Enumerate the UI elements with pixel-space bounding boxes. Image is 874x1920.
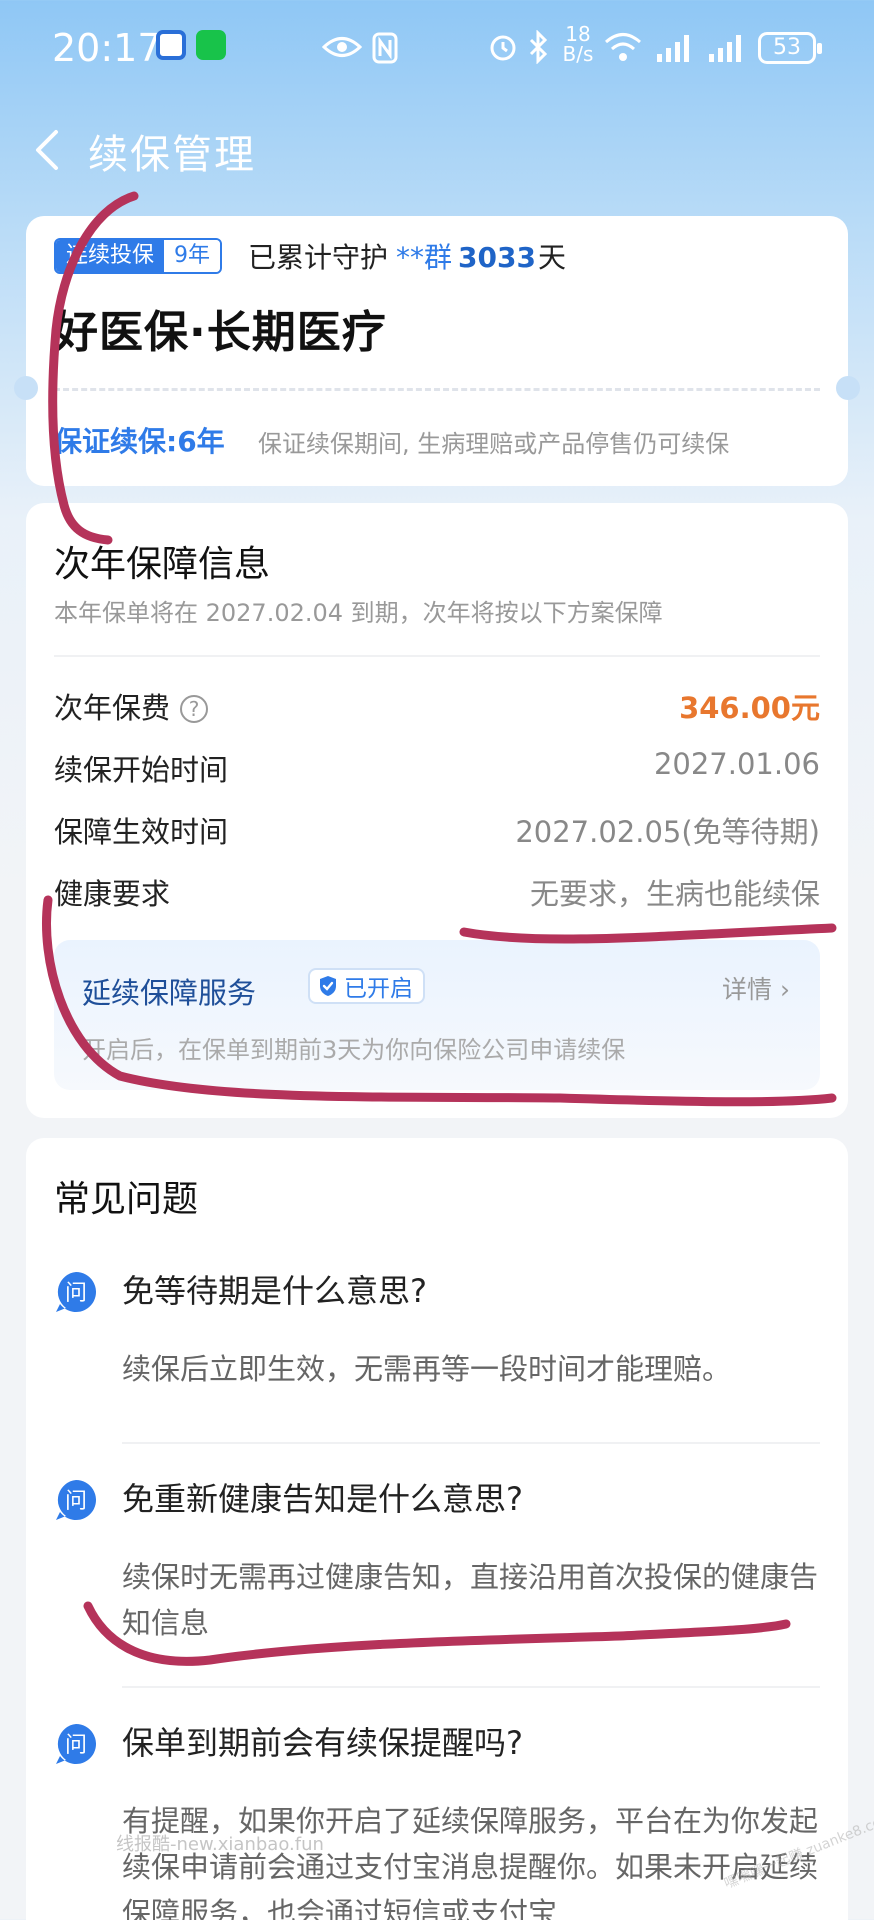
- shield-check-icon: [320, 976, 336, 996]
- product-name: 好医保·长期医疗: [54, 307, 387, 358]
- question-icon: 问: [56, 1480, 96, 1520]
- help-icon[interactable]: ?: [180, 695, 209, 723]
- chevron-right-icon: ›: [772, 975, 790, 1004]
- effective-row: 保障生效时间 2027.02.05(免等待期): [54, 809, 820, 853]
- faq-question: 免等待期是什么意思?: [122, 1272, 427, 1310]
- guard-label: 已累计守护: [248, 241, 389, 274]
- svg-text:问: 问: [65, 1281, 87, 1306]
- question-icon: 问: [56, 1272, 96, 1312]
- row-value: 2027.02.05(免等待期): [515, 815, 820, 849]
- row-label: 健康要求: [54, 877, 171, 911]
- status-time: 20:17: [52, 26, 162, 70]
- row-value: 2027.01.06: [653, 747, 820, 781]
- guarantee-label: 保证续保:6年: [54, 425, 225, 458]
- premium-row: 次年保费? 346.00元: [54, 685, 820, 729]
- eye-icon: [322, 37, 362, 57]
- user-name: **群: [396, 241, 453, 274]
- service-status-badge: 已开启: [308, 968, 425, 1004]
- guard-days: 3033: [458, 241, 536, 274]
- signal-icon: [709, 35, 741, 62]
- faq-answer: 续保后立即生效，无需再等一段时间才能理赔。: [122, 1352, 732, 1386]
- divider: [54, 655, 820, 657]
- app-icon: [156, 30, 186, 60]
- section-title: 次年保障信息: [54, 544, 271, 585]
- premium-label: 次年保费: [54, 691, 171, 725]
- divider: [122, 1686, 820, 1688]
- page-title: 续保管理: [88, 132, 256, 178]
- renew-start-row: 续保开始时间 2027.01.06: [54, 747, 820, 791]
- net-speed-value: 18: [565, 22, 591, 46]
- battery-indicator: 53: [758, 32, 822, 64]
- policy-card[interactable]: 连续投保 9年 已累计守护 **群 3033天 好医保·长期医疗 保证续保:6年 保…: [14, 216, 860, 486]
- renewal-tag-label: 连续投保: [56, 240, 165, 272]
- divider: [122, 1442, 820, 1444]
- ticket-notch: [836, 376, 860, 400]
- next-year-card: 次年保障信息 本年保单将在 2027.02.04 到期，次年将按以下方案保障 次…: [26, 503, 848, 1118]
- row-value: 无要求，生病也能续保: [529, 877, 820, 911]
- dashed-divider: [54, 388, 820, 391]
- watermark: 线报酷-new.xianbao.fun: [116, 1834, 324, 1855]
- header: 续保管理: [0, 110, 874, 190]
- ticket-notch: [14, 376, 38, 400]
- status-bar: 20:17 18 B/s 53: [0, 0, 874, 100]
- service-title: 延续保障服务: [82, 976, 257, 1010]
- back-button[interactable]: [26, 128, 70, 172]
- net-speed: 18 B/s: [560, 24, 596, 64]
- service-status-text: 已开启: [344, 976, 413, 1002]
- renewal-years: 9年: [164, 240, 221, 272]
- signal-icon: [657, 35, 689, 62]
- wifi-icon: [605, 33, 641, 61]
- faq-answer: 续保时无需再过健康告知，直接沿用首次投保的健康告知信息: [122, 1560, 819, 1640]
- row-label: 保障生效时间: [54, 815, 229, 849]
- wechat-icon: [196, 30, 226, 60]
- renewal-tag: 连续投保 9年: [54, 238, 223, 274]
- service-detail-label[interactable]: 详情: [722, 975, 772, 1004]
- net-speed-unit: B/s: [562, 42, 594, 66]
- extended-service-box[interactable]: 延续保障服务 已开启 详情 › 开启后，在保单到期前3天为你向保险公司申请续保: [54, 940, 820, 1090]
- alarm-icon: [490, 35, 516, 61]
- svg-text:问: 问: [65, 1489, 87, 1514]
- health-row: 健康要求 无要求，生病也能续保: [54, 871, 820, 915]
- faq-question: 保单到期前会有续保提醒吗?: [122, 1724, 523, 1762]
- premium-value: 346.00元: [679, 691, 820, 725]
- faq-answer: 有提醒，如果你开启了延续保障服务，平台在为你发起续保申请前会通过支付宝消息提醒你…: [122, 1804, 819, 1920]
- section-subtitle: 本年保单将在 2027.02.04 到期，次年将按以下方案保障: [54, 599, 663, 627]
- guarantee-note: 保证续保期间, 生病理赔或产品停售仍可续保: [258, 430, 730, 458]
- faq-card: 常见问题 问 免等待期是什么意思? 续保后立即生效，无需再等一段时间才能理赔。 …: [26, 1138, 848, 1920]
- guard-days-unit: 天: [537, 241, 566, 274]
- service-description: 开启后，在保单到期前3天为你向保险公司申请续保: [82, 1036, 626, 1064]
- question-icon: 问: [56, 1724, 96, 1764]
- faq-question: 免重新健康告知是什么意思?: [122, 1480, 523, 1518]
- row-label: 次年保费?: [54, 685, 209, 727]
- faq-title: 常见问题: [54, 1179, 199, 1220]
- service-detail-link[interactable]: 详情 ›: [722, 970, 790, 1006]
- bluetooth-icon: [529, 30, 548, 64]
- guard-summary: 已累计守护 **群 3033天: [248, 236, 566, 276]
- row-label: 续保开始时间: [54, 753, 229, 787]
- nfc-icon: [372, 32, 398, 64]
- svg-text:问: 问: [65, 1733, 87, 1758]
